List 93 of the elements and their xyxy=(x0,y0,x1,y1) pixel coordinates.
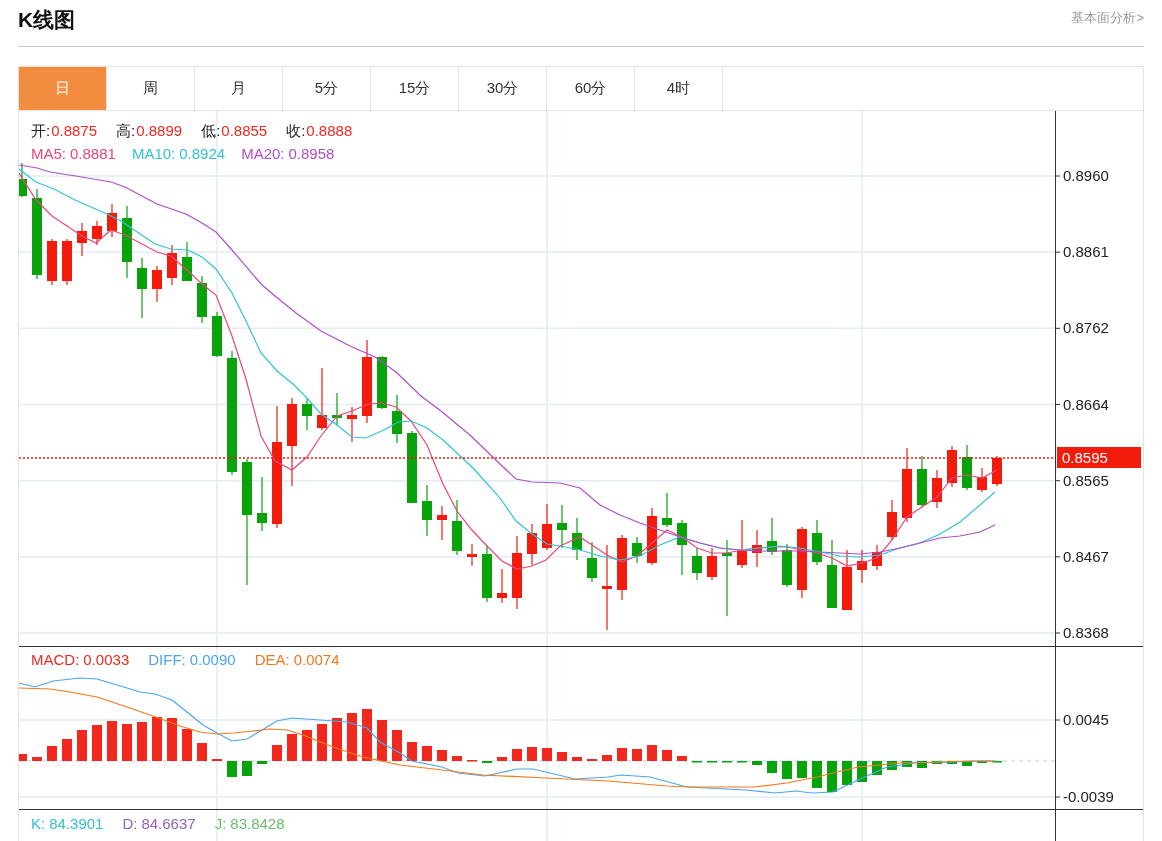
macd-bar xyxy=(662,750,672,761)
legend-value: 0.0074 xyxy=(293,650,340,670)
macd-bar xyxy=(497,757,507,761)
legend-label: 低: xyxy=(201,121,221,141)
legend-value: 0.8899 xyxy=(136,121,183,141)
macd-bar xyxy=(602,755,612,761)
macd-bar xyxy=(932,761,942,764)
macd-bar xyxy=(827,761,837,792)
legend-value: 0.8958 xyxy=(288,144,335,164)
macd-bar xyxy=(332,718,342,761)
macd-bar xyxy=(857,761,867,782)
legend-value: 0.8924 xyxy=(179,144,226,164)
macd-bar xyxy=(782,761,792,779)
macd-bar xyxy=(632,749,642,761)
macd-bar xyxy=(302,730,312,761)
macd-bar xyxy=(227,761,237,777)
macd-bar xyxy=(947,761,957,764)
macd-bar xyxy=(152,717,162,761)
axis-label: 0.8664 xyxy=(1063,395,1109,413)
macd-bar xyxy=(197,743,207,761)
legend-label: DEA: xyxy=(254,650,290,670)
legend-value: 0.8855 xyxy=(221,121,268,141)
macd-bar xyxy=(272,745,282,761)
legend-label: K: xyxy=(31,814,46,834)
macd-bar xyxy=(242,761,252,776)
macd-bar xyxy=(317,724,327,761)
axis-label: 0.8565 xyxy=(1063,471,1109,489)
page-title: K线图 xyxy=(18,7,76,33)
legend-value: 0.8875 xyxy=(51,121,98,141)
legend-label: MA5: xyxy=(31,144,66,164)
macd-bar xyxy=(572,757,582,761)
macd-bar xyxy=(182,729,192,761)
legend-value: 0.0033 xyxy=(83,650,130,670)
legend-label: D: xyxy=(122,814,138,834)
macd-bar xyxy=(962,761,972,766)
axis-label: 0.8960 xyxy=(1063,167,1109,184)
legend-value: 0.8881 xyxy=(70,144,116,164)
macd-bar xyxy=(512,749,522,761)
macd-bar xyxy=(77,730,87,761)
legend-value: 0.8888 xyxy=(306,121,353,141)
macd-bar xyxy=(107,721,117,761)
macd-bar xyxy=(62,739,72,761)
macd-bar xyxy=(47,746,57,761)
legend-label: MACD: xyxy=(31,650,80,670)
legend-label: 开: xyxy=(31,121,51,141)
legend-label: 收: xyxy=(286,121,306,141)
macd-bar xyxy=(392,730,402,761)
macd-bar xyxy=(887,761,897,770)
legend-label: MA20: xyxy=(241,144,285,164)
macd-bar xyxy=(527,747,537,761)
macd-bar xyxy=(767,761,777,773)
macd-bar xyxy=(407,742,417,761)
macd-bar xyxy=(422,746,432,761)
macd-bar xyxy=(362,709,372,761)
current-price-tag: 0.8595 xyxy=(1057,447,1141,468)
macd-bar xyxy=(797,761,807,778)
macd-bar xyxy=(812,761,822,788)
macd-bar xyxy=(557,752,567,761)
macd-bar xyxy=(137,722,147,761)
legend-label: DIFF: xyxy=(148,650,186,670)
macd-bar xyxy=(917,761,927,768)
axis-label: 0.8467 xyxy=(1063,547,1109,565)
macd-bar xyxy=(437,750,447,761)
macd-bar xyxy=(19,754,27,761)
macd-bar xyxy=(542,748,552,761)
macd-bar xyxy=(92,725,102,761)
axis-label: 0.0045 xyxy=(1063,711,1109,728)
macd-bar xyxy=(347,713,357,761)
legend-label: MA10: xyxy=(131,144,176,164)
axis-label: 0.8861 xyxy=(1063,243,1109,261)
legend-value: 0.0090 xyxy=(189,650,236,670)
macd-bar xyxy=(122,724,132,761)
macd-bar xyxy=(842,761,852,785)
legend-label: J: xyxy=(214,814,227,834)
legend-label: 高: xyxy=(116,121,136,141)
legend-value: 84.3901 xyxy=(49,814,104,834)
macd-bar xyxy=(377,720,387,761)
macd-bar xyxy=(677,756,687,761)
macd-bar xyxy=(872,761,882,775)
macd-bar xyxy=(752,761,762,765)
axis-label: -0.0039 xyxy=(1063,788,1114,805)
macd-bar xyxy=(617,748,627,761)
macd-bar xyxy=(167,718,177,761)
axis-label: 0.8762 xyxy=(1063,319,1109,337)
legend-value: 83.8428 xyxy=(230,814,285,834)
macd-bar xyxy=(452,756,462,761)
axis-label: 0.8368 xyxy=(1063,624,1109,641)
macd-bar xyxy=(647,745,657,761)
legend-value: 84.6637 xyxy=(141,814,196,834)
macd-bar xyxy=(902,761,912,767)
macd-bar xyxy=(257,761,267,764)
macd-bar xyxy=(287,734,297,761)
macd-bar xyxy=(32,757,42,761)
